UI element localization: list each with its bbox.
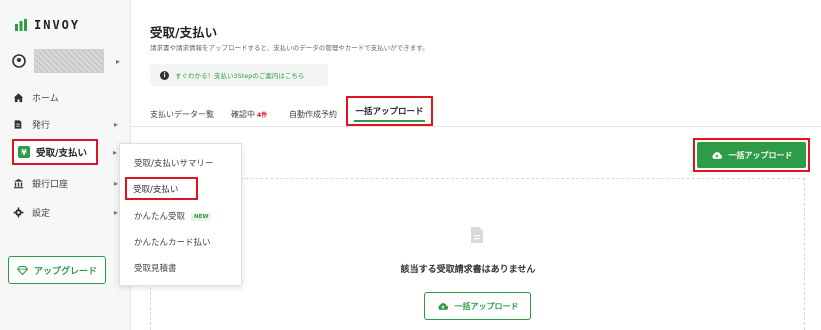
sidebar: INVOY ▸ ホーム 発行 ▸ ¥ 受取/支払い ▸ 銀行口座 ▸ 設定 ▸ … <box>0 0 131 330</box>
tab-reviewing[interactable]: 確認中 4件 <box>231 109 267 120</box>
bank-icon <box>12 177 24 189</box>
count-badge: 4件 <box>257 112 268 119</box>
chevron-right-icon: ▸ <box>113 120 118 129</box>
tab-bulk-upload[interactable]: 一括アップロード <box>346 96 433 126</box>
submenu-label: 受取/支払い <box>133 184 179 195</box>
new-badge: NEW <box>191 212 212 221</box>
tab-label: 自動作成予約 <box>289 110 337 119</box>
submenu-item-easy-receive[interactable]: かんたん受取 NEW <box>134 210 212 222</box>
submenu-label: 受取見積書 <box>134 264 177 274</box>
bulk-upload-button[interactable]: 一括アップロード <box>697 142 806 168</box>
upload-label: 一括アップロード <box>454 301 519 311</box>
submenu-label: かんたん受取 <box>134 212 186 222</box>
account-switcher[interactable]: ▸ <box>12 48 124 74</box>
empty-state-upload-button[interactable]: 一括アップロード <box>424 292 531 320</box>
chevron-right-icon: ▸ <box>113 208 118 217</box>
empty-state-text: 該当する受取請求書はありません <box>400 265 536 275</box>
gear-icon <box>12 206 24 218</box>
page-title: 受取/支払い <box>150 25 218 40</box>
submenu-item-summary[interactable]: 受取/支払いサマリー <box>134 157 213 169</box>
tab-payment-list[interactable]: 支払いデータ一覧 <box>150 109 214 120</box>
info-icon: i <box>160 70 169 80</box>
logo-text: INVOY <box>34 18 81 32</box>
receive-pay-submenu: 受取/支払いサマリー かんたん受取 NEW かんたんカード払い 受取見積書 <box>119 143 242 286</box>
user-icon <box>12 54 26 68</box>
tab-auto-schedule[interactable]: 自動作成予約 <box>289 109 337 120</box>
sidebar-item-label: 設定 <box>32 208 51 219</box>
document-icon <box>12 118 24 130</box>
chevron-right-icon: ▸ <box>113 148 118 157</box>
sidebar-item-issue[interactable]: 発行 ▸ <box>12 113 124 135</box>
sidebar-item-bank[interactable]: 銀行口座 ▸ <box>12 172 124 194</box>
sidebar-item-label: ホーム <box>32 93 59 104</box>
chevron-right-icon: ▸ <box>115 57 120 66</box>
cloud-upload-icon <box>437 302 448 310</box>
bulk-upload-button-highlight: 一括アップロード <box>693 138 810 172</box>
page-subtitle: 請求書や請求情報をアップロードすると、支払いのデータの管理やカードで支払いができ… <box>150 44 429 52</box>
sidebar-item-home[interactable]: ホーム <box>12 86 124 108</box>
tab-divider <box>131 126 821 127</box>
sidebar-item-label: 発行 <box>32 120 51 131</box>
receive-pay-icon: ¥ <box>18 146 30 158</box>
tab-label: 支払いデータ一覧 <box>150 110 214 119</box>
guide-link[interactable]: すぐわかる！支払い3Stepのご案内はこちら <box>175 70 304 80</box>
document-icon <box>471 227 483 243</box>
logo-mark-icon <box>15 19 27 31</box>
submenu-item-easy-card[interactable]: かんたんカード払い <box>134 236 211 248</box>
sidebar-item-settings[interactable]: 設定 ▸ <box>12 201 124 223</box>
bulk-upload-label: 一括アップロード <box>728 150 793 160</box>
home-icon <box>12 91 24 103</box>
tab-label: 確認中 <box>231 110 255 119</box>
submenu-label: かんたんカード払い <box>134 238 211 248</box>
logo[interactable]: INVOY <box>14 18 80 32</box>
sidebar-item-label: 銀行口座 <box>32 179 69 190</box>
submenu-item-quotes[interactable]: 受取見積書 <box>134 262 177 274</box>
sidebar-item-receive-pay[interactable]: ¥ 受取/支払い <box>12 139 98 165</box>
cloud-upload-icon <box>711 151 722 159</box>
account-name-redacted <box>34 49 104 73</box>
tab-label: 一括アップロード <box>355 107 424 117</box>
sidebar-item-label: 受取/支払い <box>36 148 87 159</box>
chevron-right-icon: ▸ <box>113 179 118 188</box>
submenu-label: 受取/支払いサマリー <box>134 159 214 169</box>
submenu-item-receive-pay[interactable]: 受取/支払い <box>125 177 198 200</box>
guide-banner[interactable]: i すぐわかる！支払い3Stepのご案内はこちら <box>150 64 328 86</box>
